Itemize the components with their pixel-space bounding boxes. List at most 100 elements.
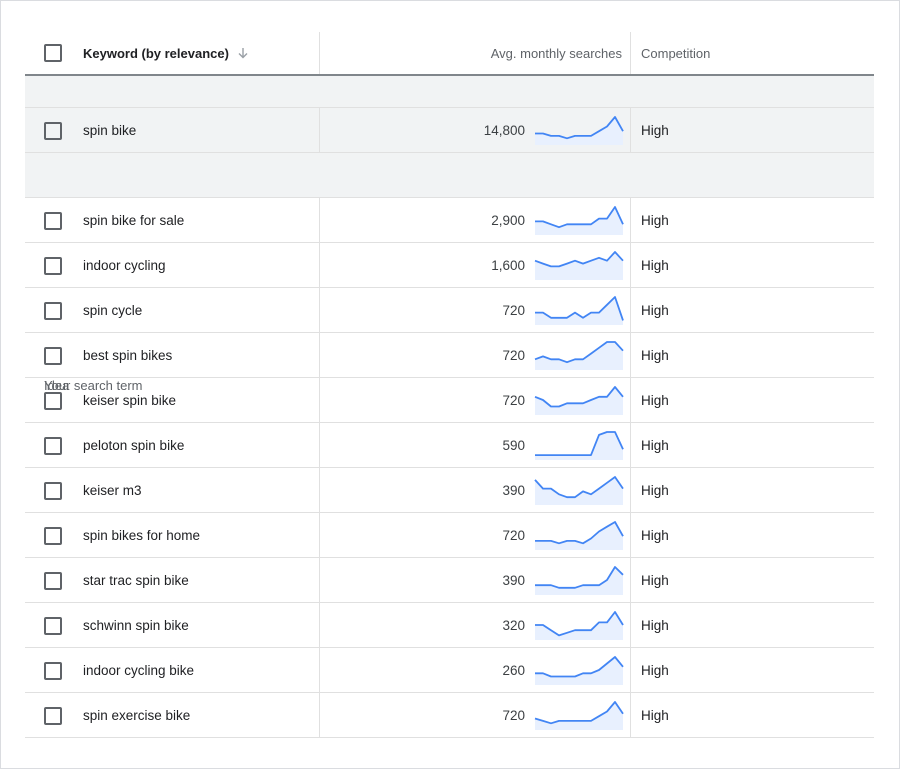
avg-monthly-searches: 590 xyxy=(502,437,525,453)
keyword-text: star trac spin bike xyxy=(83,572,189,588)
row-checkbox[interactable] xyxy=(44,707,62,725)
competition-value: High xyxy=(641,122,669,138)
sparkline-area xyxy=(535,702,623,730)
column-divider xyxy=(630,288,631,332)
sparkline-area xyxy=(535,207,623,235)
avg-monthly-searches: 14,800 xyxy=(483,122,525,138)
avg-monthly-searches: 720 xyxy=(502,707,525,723)
keyword-text: spin cycle xyxy=(83,302,143,318)
sparkline-area xyxy=(535,612,623,640)
keyword-ideas-panel: Keyword (by relevance) Avg. monthly sear… xyxy=(0,0,900,769)
sparkline-area xyxy=(535,567,623,595)
trend-sparkline[interactable] xyxy=(534,430,624,460)
keyword-text: indoor cycling xyxy=(83,257,166,273)
table-row: spin bikes for home 720 High xyxy=(25,513,874,558)
column-divider xyxy=(319,513,320,557)
column-divider xyxy=(319,378,320,422)
row-checkbox[interactable] xyxy=(44,392,62,410)
row-checkbox[interactable] xyxy=(44,437,62,455)
avg-monthly-searches: 2,900 xyxy=(491,212,525,228)
row-checkbox[interactable] xyxy=(44,212,62,230)
trend-sparkline[interactable] xyxy=(534,520,624,550)
avg-monthly-searches: 390 xyxy=(502,572,525,588)
table-row: keiser m3 390 High xyxy=(25,468,874,513)
competition-value: High xyxy=(641,572,669,588)
arrow-down-icon[interactable] xyxy=(237,47,249,59)
avg-monthly-searches: 720 xyxy=(502,347,525,363)
trend-sparkline[interactable] xyxy=(534,295,624,325)
trend-sparkline[interactable] xyxy=(534,385,624,415)
keyword-text: schwinn spin bike xyxy=(83,617,189,633)
keyword-table: Keyword (by relevance) Avg. monthly sear… xyxy=(25,32,874,738)
row-checkbox[interactable] xyxy=(44,257,62,275)
keyword-text: indoor cycling bike xyxy=(83,662,195,678)
competition-value: High xyxy=(641,437,669,453)
column-divider xyxy=(630,693,631,737)
trend-sparkline[interactable] xyxy=(534,655,624,685)
trend-sparkline[interactable] xyxy=(534,610,624,640)
keyword-text: peloton spin bike xyxy=(83,437,185,453)
trend-sparkline[interactable] xyxy=(534,475,624,505)
competition-header[interactable]: Competition xyxy=(641,32,710,74)
row-checkbox[interactable] xyxy=(44,662,62,680)
avg-monthly-searches: 720 xyxy=(502,527,525,543)
keyword-text: spin bike for sale xyxy=(83,212,185,228)
avg-monthly-searches: 260 xyxy=(502,662,525,678)
competition-value: High xyxy=(641,347,669,363)
column-divider xyxy=(319,648,320,692)
row-checkbox[interactable] xyxy=(44,527,62,545)
column-divider xyxy=(630,423,631,467)
competition-value: High xyxy=(641,212,669,228)
column-divider xyxy=(319,603,320,647)
column-divider xyxy=(630,603,631,647)
keyword-text: spin exercise bike xyxy=(83,707,191,723)
row-checkbox[interactable] xyxy=(44,572,62,590)
trend-sparkline[interactable] xyxy=(534,115,624,145)
table-row: indoor cycling 1,600 High xyxy=(25,243,874,288)
column-divider xyxy=(319,108,320,152)
keyword-text: keiser spin bike xyxy=(83,392,177,408)
competition-value: High xyxy=(641,662,669,678)
table-row: spin exercise bike 720 High xyxy=(25,693,874,738)
group-row-search-term: Your search term xyxy=(25,76,874,393)
trend-sparkline[interactable] xyxy=(534,205,624,235)
avg-monthly-searches: 320 xyxy=(502,617,525,633)
table-row: schwinn spin bike 320 High xyxy=(25,603,874,648)
row-checkbox[interactable] xyxy=(44,302,62,320)
avg-monthly-searches: 720 xyxy=(502,392,525,408)
table-row: indoor cycling bike 260 High xyxy=(25,648,874,693)
column-divider xyxy=(630,378,631,422)
sparkline-area xyxy=(535,387,623,415)
column-divider xyxy=(630,198,631,242)
table-header: Keyword (by relevance) Avg. monthly sear… xyxy=(25,32,874,76)
trend-sparkline[interactable] xyxy=(534,340,624,370)
keyword-text: best spin bikes xyxy=(83,347,173,363)
column-divider xyxy=(630,243,631,287)
column-divider xyxy=(630,108,631,152)
column-divider xyxy=(319,333,320,377)
trend-sparkline[interactable] xyxy=(534,250,624,280)
column-divider xyxy=(630,468,631,512)
trend-sparkline[interactable] xyxy=(534,565,624,595)
sparkline-area xyxy=(535,117,623,145)
row-checkbox[interactable] xyxy=(44,617,62,635)
avg-monthly-searches-header[interactable]: Avg. monthly searches xyxy=(491,32,622,74)
column-divider xyxy=(319,32,320,74)
column-divider xyxy=(630,558,631,602)
column-divider xyxy=(630,648,631,692)
competition-value: High xyxy=(641,527,669,543)
row-checkbox[interactable] xyxy=(44,347,62,365)
table-row: spin bike for sale 2,900 High xyxy=(25,198,874,243)
column-divider xyxy=(319,558,320,602)
column-divider xyxy=(319,198,320,242)
table-row: peloton spin bike 590 High xyxy=(25,423,874,468)
competition-value: High xyxy=(641,707,669,723)
table-row: keiser spin bike 720 High xyxy=(25,378,874,423)
trend-sparkline[interactable] xyxy=(534,700,624,730)
column-divider xyxy=(319,693,320,737)
keyword-text: spin bike xyxy=(83,122,137,138)
row-checkbox[interactable] xyxy=(44,482,62,500)
table-row: best spin bikes 720 High xyxy=(25,333,874,378)
avg-monthly-searches: 720 xyxy=(502,302,525,318)
keyword-text: spin bikes for home xyxy=(83,527,201,543)
